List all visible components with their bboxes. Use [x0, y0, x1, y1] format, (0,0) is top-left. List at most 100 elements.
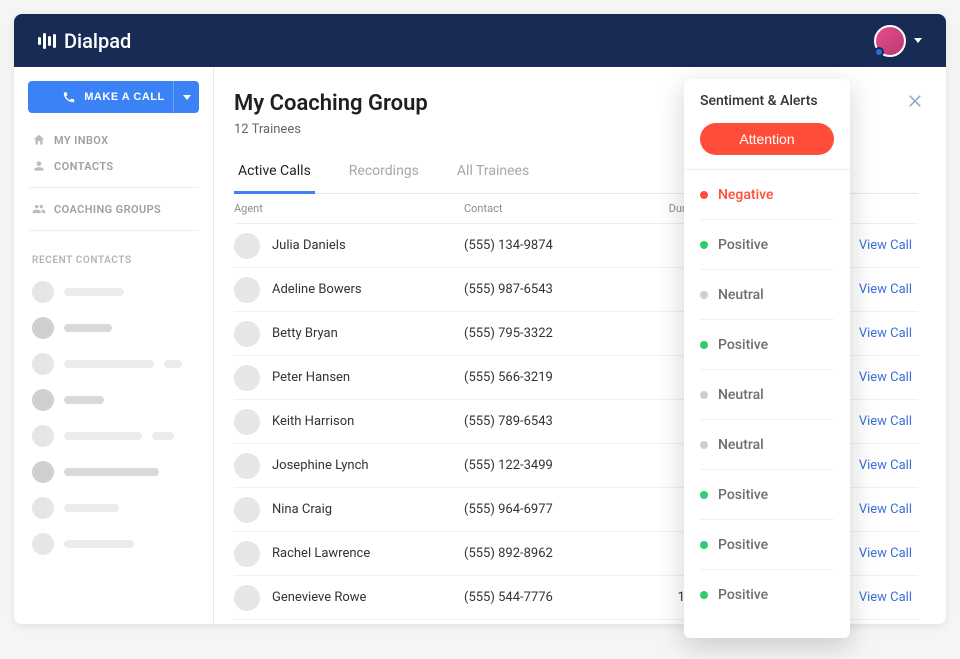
agent-cell: Nina Craig — [234, 497, 464, 523]
recent-contact-placeholder[interactable] — [14, 418, 213, 454]
agent-cell: Josephine Lynch — [234, 453, 464, 479]
sentiment-label: Negative — [718, 187, 774, 203]
sentiment-row[interactable]: Positive — [700, 470, 834, 520]
view-call-link[interactable]: View Call — [859, 502, 912, 517]
sidebar: MAKE A CALL MY INBOX CONTACTS COACHING G… — [14, 67, 214, 624]
logo-icon — [38, 33, 56, 49]
close-icon[interactable] — [906, 91, 924, 115]
agent-name: Nina Craig — [272, 502, 332, 517]
agent-cell: Adeline Bowers — [234, 277, 464, 303]
avatar — [234, 453, 260, 479]
sentiment-label: Positive — [718, 237, 768, 253]
recent-contacts-label: RECENT CONTACTS — [14, 239, 213, 274]
agent-cell: Keith Harrison — [234, 409, 464, 435]
contact-number: (555) 566-3219 — [464, 370, 634, 385]
sentiment-dot-icon — [700, 341, 708, 349]
sentiment-row[interactable]: Neutral — [700, 420, 834, 470]
topbar: Dialpad — [14, 14, 946, 67]
avatar — [234, 233, 260, 259]
nav-contacts[interactable]: CONTACTS — [14, 153, 213, 179]
sentiment-label: Positive — [718, 487, 768, 503]
agent-cell: Betty Bryan — [234, 321, 464, 347]
nav-label: CONTACTS — [54, 160, 114, 173]
sentiment-dot-icon — [700, 491, 708, 499]
recent-contact-placeholder[interactable] — [14, 382, 213, 418]
agent-name: Adeline Bowers — [272, 282, 362, 297]
nav-my-inbox[interactable]: MY INBOX — [14, 127, 213, 153]
contact-number: (555) 964-6977 — [464, 502, 634, 517]
make-call-label: MAKE A CALL — [84, 91, 164, 103]
sentiment-dot-icon — [700, 291, 708, 299]
make-call-button[interactable]: MAKE A CALL — [28, 81, 199, 113]
divider — [28, 187, 199, 188]
recent-contact-placeholder[interactable] — [14, 526, 213, 562]
nav-label: COACHING GROUPS — [54, 203, 161, 216]
contact-number: (555) 134-9874 — [464, 238, 634, 253]
contacts-icon — [32, 159, 46, 173]
agent-name: Peter Hansen — [272, 370, 350, 385]
avatar — [874, 25, 906, 57]
agent-cell: Peter Hansen — [234, 365, 464, 391]
sentiment-row[interactable]: Neutral — [700, 270, 834, 320]
home-icon — [32, 133, 46, 147]
sentiment-row[interactable]: Positive — [700, 220, 834, 270]
presence-dot-icon — [874, 47, 884, 57]
contact-number: (555) 795-3322 — [464, 326, 634, 341]
user-menu[interactable] — [874, 25, 922, 57]
view-call-link[interactable]: View Call — [859, 326, 912, 341]
sentiment-label: Positive — [718, 587, 768, 603]
agent-name: Betty Bryan — [272, 326, 338, 341]
tab-active-calls[interactable]: Active Calls — [234, 155, 315, 194]
recent-contact-placeholder[interactable] — [14, 274, 213, 310]
avatar — [234, 321, 260, 347]
sentiment-dot-icon — [700, 541, 708, 549]
sentiment-row[interactable]: Positive — [700, 570, 834, 620]
recent-contact-placeholder[interactable] — [14, 490, 213, 526]
sentiment-row[interactable]: Neutral — [700, 370, 834, 420]
tab-recordings[interactable]: Recordings — [345, 155, 423, 193]
nav-coaching-groups[interactable]: COACHING GROUPS — [14, 196, 213, 222]
sentiment-row[interactable]: Negative — [700, 170, 834, 220]
agent-cell: Julia Daniels — [234, 233, 464, 259]
view-call-link[interactable]: View Call — [859, 458, 912, 473]
attention-button[interactable]: Attention — [700, 123, 834, 155]
sentiment-row[interactable]: Positive — [700, 520, 834, 570]
avatar — [234, 541, 260, 567]
phone-icon — [62, 90, 76, 104]
col-contact: Contact — [464, 202, 634, 215]
view-call-link[interactable]: View Call — [859, 238, 912, 253]
make-call-split[interactable] — [173, 81, 199, 113]
sentiment-list: Negative Positive Neutral Positive Neutral Ne… — [700, 170, 834, 620]
avatar — [234, 585, 260, 611]
sentiment-label: Neutral — [718, 437, 764, 453]
recent-contact-placeholder[interactable] — [14, 310, 213, 346]
view-call-link[interactable]: View Call — [859, 282, 912, 297]
sentiment-dot-icon — [700, 241, 708, 249]
avatar — [234, 365, 260, 391]
recent-contact-placeholder[interactable] — [14, 454, 213, 490]
contact-number: (555) 122-3499 — [464, 458, 634, 473]
chevron-down-icon — [183, 95, 191, 100]
col-agent: Agent — [234, 202, 464, 215]
tab-all-trainees[interactable]: All Trainees — [453, 155, 533, 193]
view-call-link[interactable]: View Call — [859, 414, 912, 429]
avatar — [234, 277, 260, 303]
sentiment-label: Neutral — [718, 387, 764, 403]
recent-contact-placeholder[interactable] — [14, 346, 213, 382]
sentiment-dot-icon — [700, 441, 708, 449]
agent-name: Julia Daniels — [272, 238, 346, 253]
brand-logo[interactable]: Dialpad — [38, 29, 131, 53]
sentiment-label: Neutral — [718, 287, 764, 303]
contact-number: (555) 544-7776 — [464, 590, 634, 605]
sentiment-dot-icon — [700, 591, 708, 599]
agent-name: Genevieve Rowe — [272, 590, 366, 605]
view-call-link[interactable]: View Call — [859, 590, 912, 605]
contact-number: (555) 987-6543 — [464, 282, 634, 297]
sentiment-title: Sentiment & Alerts — [700, 93, 834, 109]
group-icon — [32, 202, 46, 216]
contact-number: (555) 892-8962 — [464, 546, 634, 561]
sentiment-row[interactable]: Positive — [700, 320, 834, 370]
view-call-link[interactable]: View Call — [859, 546, 912, 561]
agent-name: Rachel Lawrence — [272, 546, 370, 561]
view-call-link[interactable]: View Call — [859, 370, 912, 385]
